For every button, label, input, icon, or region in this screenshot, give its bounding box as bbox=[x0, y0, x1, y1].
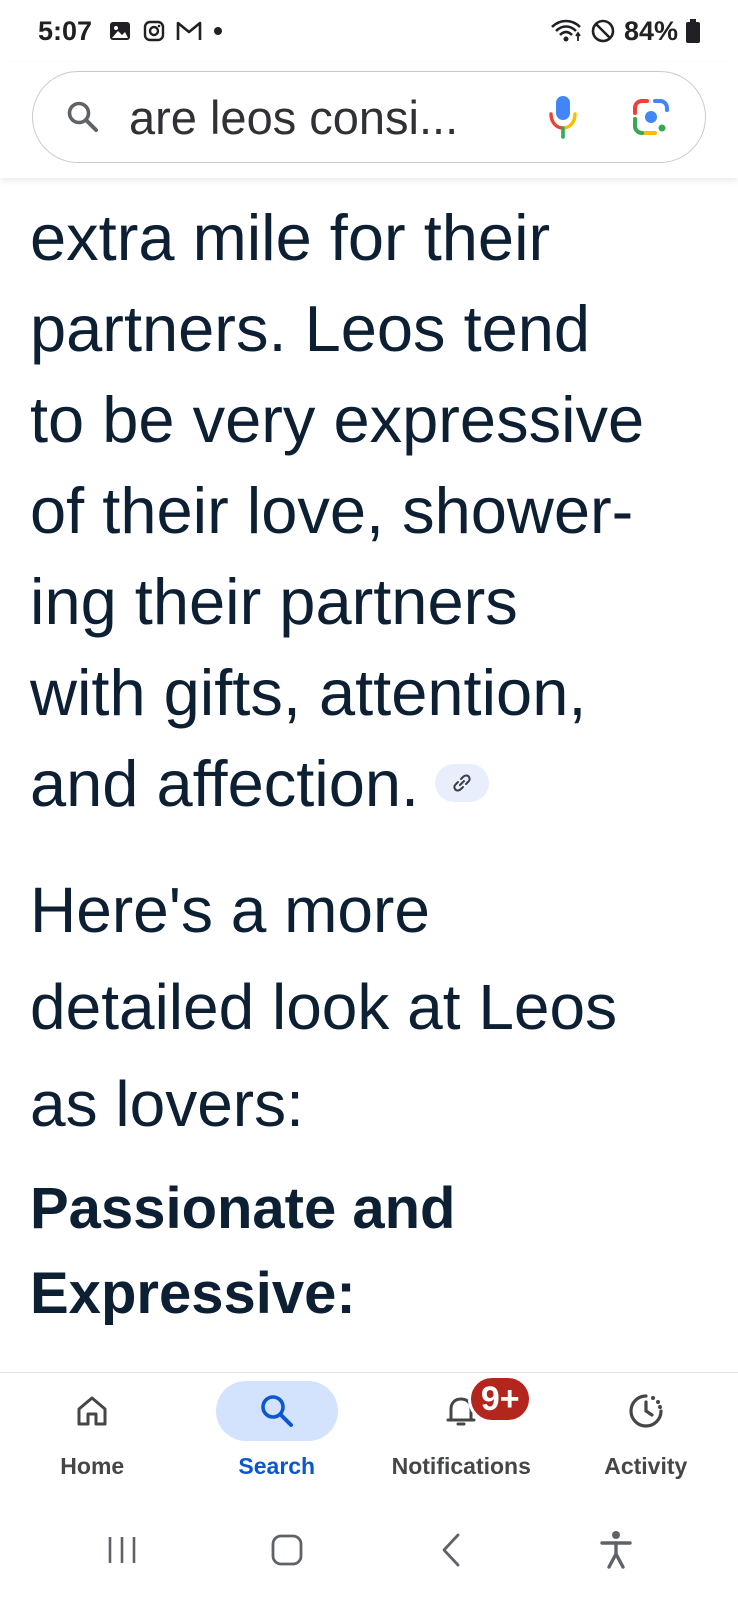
bottom-navigation: Home Search 9+ Notifications Activity bbox=[0, 1372, 738, 1500]
heading-line: Here's a more bbox=[30, 874, 430, 946]
heading-line: detailed look at Leos bbox=[30, 971, 618, 1043]
search-icon bbox=[260, 1395, 293, 1427]
subheading-line: Passionate and bbox=[30, 1176, 456, 1241]
google-lens-button[interactable] bbox=[621, 87, 681, 147]
paragraph-line: partners. Leos tend bbox=[30, 292, 591, 365]
nav-label: Search bbox=[238, 1453, 316, 1479]
nav-icon-container bbox=[31, 1381, 153, 1441]
do-not-disturb-icon bbox=[590, 18, 616, 44]
status-right: 84% bbox=[550, 16, 700, 47]
nav-item-notifications[interactable]: 9+ Notifications bbox=[369, 1373, 554, 1500]
search-bar[interactable]: are leos consi... bbox=[32, 71, 706, 163]
back-button[interactable] bbox=[421, 1520, 481, 1580]
nav-item-home[interactable]: Home bbox=[0, 1373, 185, 1500]
paragraph-line: ing their partners bbox=[30, 565, 518, 638]
paragraph-last-line: and affection. bbox=[30, 738, 720, 829]
search-icon[interactable] bbox=[65, 99, 101, 135]
wifi-icon bbox=[550, 18, 582, 44]
nav-label: Home bbox=[60, 1453, 125, 1479]
nav-label: Activity bbox=[604, 1453, 688, 1479]
sub-heading: Passionate and Expressive: bbox=[30, 1166, 455, 1336]
gmail-icon bbox=[176, 20, 202, 42]
system-navigation-bar bbox=[0, 1500, 738, 1600]
home-icon bbox=[77, 1396, 107, 1426]
lens-icon bbox=[633, 99, 669, 135]
instagram-icon bbox=[142, 19, 166, 43]
answer-paragraph: extra mile for their partners. Leos tend… bbox=[30, 192, 720, 829]
search-result-content: extra mile for their partners. Leos tend… bbox=[0, 178, 738, 1400]
paragraph-line: to be very expressive bbox=[30, 383, 645, 456]
nav-icon-container bbox=[585, 1381, 707, 1441]
paragraph-line: with gifts, attention, bbox=[30, 656, 587, 729]
home-system-button[interactable] bbox=[257, 1520, 317, 1580]
microphone-icon bbox=[549, 96, 577, 139]
battery-icon bbox=[686, 19, 700, 43]
paragraph-line: of their love, shower- bbox=[30, 474, 634, 547]
status-bar: 5:07 84% bbox=[0, 0, 738, 62]
nav-icon-container bbox=[215, 1381, 338, 1441]
battery-percent: 84% bbox=[623, 15, 678, 46]
heading-line: as lovers: bbox=[30, 1068, 304, 1140]
source-link-button[interactable] bbox=[435, 763, 490, 802]
activity-icon bbox=[629, 1394, 663, 1428]
status-left: 5:07 bbox=[38, 16, 224, 47]
back-chevron-icon bbox=[442, 1533, 460, 1567]
recent-apps-icon bbox=[108, 1537, 136, 1563]
search-query[interactable]: are leos consi... bbox=[129, 90, 533, 145]
paragraph-line: extra mile for their bbox=[30, 201, 551, 274]
subheading-line: Expressive: bbox=[30, 1261, 356, 1326]
search-header: are leos consi... bbox=[0, 62, 738, 178]
gallery-icon bbox=[108, 19, 132, 43]
nav-item-activity[interactable]: Activity bbox=[554, 1373, 738, 1500]
accessibility-button[interactable] bbox=[586, 1520, 646, 1580]
home-square-icon bbox=[271, 1534, 303, 1566]
nav-label: Notifications bbox=[391, 1453, 531, 1479]
section-heading: Here's a more detailed look at Leos as l… bbox=[30, 862, 617, 1153]
dot-icon bbox=[212, 25, 224, 37]
status-time: 5:07 bbox=[38, 15, 93, 46]
paragraph-line: and affection. bbox=[30, 747, 420, 820]
nav-item-search[interactable]: Search bbox=[185, 1373, 370, 1500]
voice-search-button[interactable] bbox=[533, 87, 593, 147]
notification-badge: 9+ bbox=[468, 1375, 533, 1423]
recent-apps-button[interactable] bbox=[92, 1520, 152, 1580]
accessibility-icon bbox=[600, 1531, 632, 1569]
link-icon bbox=[453, 774, 471, 792]
nav-icon-container: 9+ bbox=[400, 1375, 533, 1441]
